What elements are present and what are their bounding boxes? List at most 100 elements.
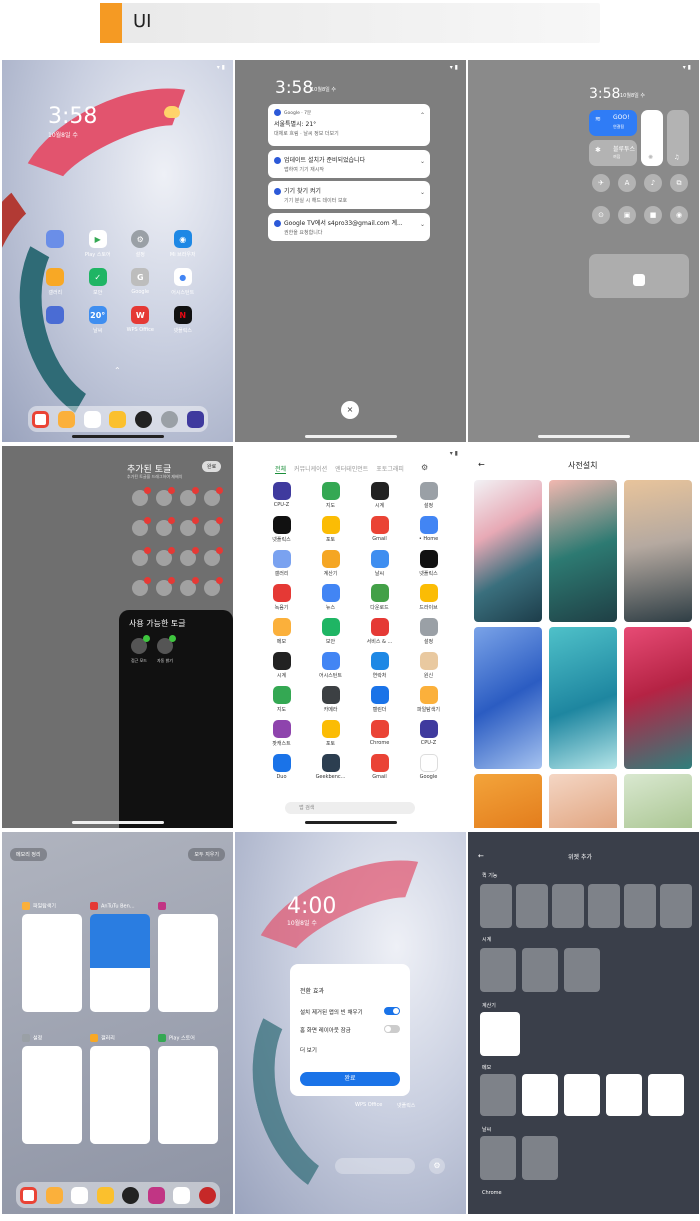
- eye-icon[interactable]: ◉: [670, 206, 688, 224]
- tab-photography[interactable]: 포토그래피: [376, 464, 404, 474]
- drawer-app[interactable]: Geekbenc...: [306, 754, 355, 780]
- screenshot-icon[interactable]: ⧉: [670, 174, 688, 192]
- home-app[interactable]: W WPS Office: [119, 306, 162, 334]
- widget-thumb[interactable]: [522, 948, 558, 992]
- wallpaper-thumb[interactable]: [474, 774, 542, 828]
- home-indicator[interactable]: [305, 821, 397, 824]
- drawer-app[interactable]: • Home: [404, 516, 453, 543]
- drawer-app[interactable]: 파일탐색기: [404, 686, 453, 713]
- chrome-icon[interactable]: [32, 410, 50, 428]
- wallpaper-thumb[interactable]: [624, 774, 692, 828]
- widget-thumb[interactable]: [480, 1136, 516, 1180]
- drawer-app[interactable]: 보안: [306, 618, 355, 645]
- drawer-app[interactable]: 지도: [306, 482, 355, 509]
- clear-all-button[interactable]: 모두 지우기: [188, 848, 225, 861]
- auto-brightness-toggle[interactable]: [157, 635, 176, 654]
- settings-icon[interactable]: ⚙: [429, 1158, 445, 1174]
- toggle-video[interactable]: [180, 517, 199, 536]
- cpu-z-icon[interactable]: [186, 410, 204, 428]
- chevron-up-icon[interactable]: ⌃: [420, 112, 425, 119]
- more-row[interactable]: 더 보기: [300, 1046, 400, 1054]
- recent-card[interactable]: [158, 1046, 218, 1144]
- recent-card[interactable]: [22, 914, 82, 1012]
- drawer-app[interactable]: Chrome: [355, 720, 404, 747]
- lock-icon[interactable]: ▣: [618, 206, 636, 224]
- toggle-battery[interactable]: [180, 547, 199, 566]
- widget-thumb[interactable]: [480, 1012, 520, 1056]
- toggle-invert[interactable]: [132, 577, 151, 596]
- home-app[interactable]: ▶ Play 스토어: [77, 230, 120, 258]
- home-indicator[interactable]: [538, 435, 630, 438]
- drawer-app[interactable]: 계산기: [306, 550, 355, 577]
- home-app[interactable]: ● 어시스턴트: [162, 268, 205, 296]
- drawer-app[interactable]: 캘린더: [355, 686, 404, 713]
- chevron-down-icon[interactable]: ⌄: [420, 158, 425, 165]
- drawer-app[interactable]: 뉴스: [306, 584, 355, 611]
- drawer-app[interactable]: Duo: [257, 754, 306, 780]
- widget-thumb[interactable]: [624, 884, 656, 928]
- drawer-app[interactable]: 포토: [306, 516, 355, 543]
- video-icon[interactable]: ■: [644, 206, 662, 224]
- drawer-app[interactable]: 녹음기: [257, 584, 306, 611]
- home-app[interactable]: [34, 306, 77, 334]
- notification-card[interactable]: Google TV에서 s4pro33@gmail.com 계... 권한을 요…: [268, 213, 430, 241]
- play-store-icon[interactable]: [71, 1186, 89, 1204]
- done-button[interactable]: 완료: [300, 1072, 400, 1086]
- home-indicator[interactable]: [305, 435, 397, 438]
- drawer-app[interactable]: CPU-Z: [257, 482, 306, 509]
- media-card[interactable]: [589, 254, 689, 298]
- play-store-icon[interactable]: [173, 1186, 191, 1204]
- home-app[interactable]: 갤러리: [34, 268, 77, 296]
- widget-thumb[interactable]: [522, 1136, 558, 1180]
- drawer-app[interactable]: 설정: [404, 482, 453, 509]
- wifi-tile[interactable]: ≋ GOO! 연결됨: [589, 110, 637, 136]
- home-app[interactable]: ◉ Mi 브라우저: [162, 230, 205, 258]
- wallpaper-thumb[interactable]: [549, 627, 617, 769]
- back-arrow-icon[interactable]: ←: [478, 852, 484, 860]
- drawer-app[interactable]: 넷플릭스: [404, 550, 453, 577]
- drawer-app[interactable]: 넷플릭스: [257, 516, 306, 543]
- drawer-app[interactable]: 원신: [404, 652, 453, 679]
- camera-icon[interactable]: [135, 410, 153, 428]
- instagram-icon[interactable]: [147, 1186, 165, 1204]
- lock-layout-row[interactable]: 홈 화면 레이아웃 잠금: [300, 1025, 400, 1034]
- recent-card[interactable]: [22, 1046, 82, 1144]
- recent-card[interactable]: [158, 914, 218, 1012]
- drawer-app[interactable]: 팟캐스트: [257, 720, 306, 747]
- wallpaper-thumb[interactable]: [549, 480, 617, 622]
- fill-empty-row[interactable]: 설치 제거된 앱의 빈 채우기: [300, 1007, 400, 1016]
- tab-all[interactable]: 전체: [275, 464, 287, 474]
- home-app[interactable]: G Google: [119, 268, 162, 296]
- app-search-input[interactable]: 앱 검색: [285, 802, 415, 814]
- toggle-airplane[interactable]: [132, 487, 151, 506]
- notes-icon[interactable]: [96, 1186, 114, 1204]
- weather-widget[interactable]: [164, 106, 180, 121]
- reading-mode-toggle[interactable]: [131, 635, 150, 654]
- drawer-app[interactable]: 다운로드: [355, 584, 404, 611]
- home-app[interactable]: ✓ 보안: [77, 268, 120, 296]
- done-button[interactable]: 완료: [202, 461, 222, 472]
- tab-communication[interactable]: 커뮤니케이션: [294, 464, 327, 474]
- bluetooth-tile[interactable]: ✱ 블루투스 꺼짐: [589, 140, 637, 166]
- auto-brightness-icon[interactable]: A: [618, 174, 636, 192]
- lock-layout-switch[interactable]: [384, 1025, 400, 1033]
- wallpaper-thumb[interactable]: [474, 480, 542, 622]
- camera-icon[interactable]: [122, 1186, 140, 1204]
- drawer-app[interactable]: 설정: [404, 618, 453, 645]
- airplane-icon[interactable]: ✈: [592, 174, 610, 192]
- drawer-app[interactable]: 날씨: [355, 550, 404, 577]
- files-icon[interactable]: [45, 1186, 63, 1204]
- widget-thumb[interactable]: [480, 1074, 516, 1116]
- play-store-icon[interactable]: [83, 410, 101, 428]
- volume-slider[interactable]: ♫: [667, 110, 689, 166]
- notes-icon[interactable]: [109, 410, 127, 428]
- widget-thumb[interactable]: [564, 1074, 600, 1116]
- drawer-app[interactable]: 시계: [257, 652, 306, 679]
- drawer-app[interactable]: CPU-Z: [404, 720, 453, 747]
- memory-clean-button[interactable]: 메모리 정리: [10, 848, 47, 861]
- toggle-cast[interactable]: [204, 547, 223, 566]
- settings-icon[interactable]: [160, 410, 178, 428]
- notification-card[interactable]: 기기 찾기 켜기 기기 분실 시 해드 데이터 보호 ⌄: [268, 181, 430, 209]
- files-icon[interactable]: [58, 410, 76, 428]
- toggle-eye[interactable]: [204, 517, 223, 536]
